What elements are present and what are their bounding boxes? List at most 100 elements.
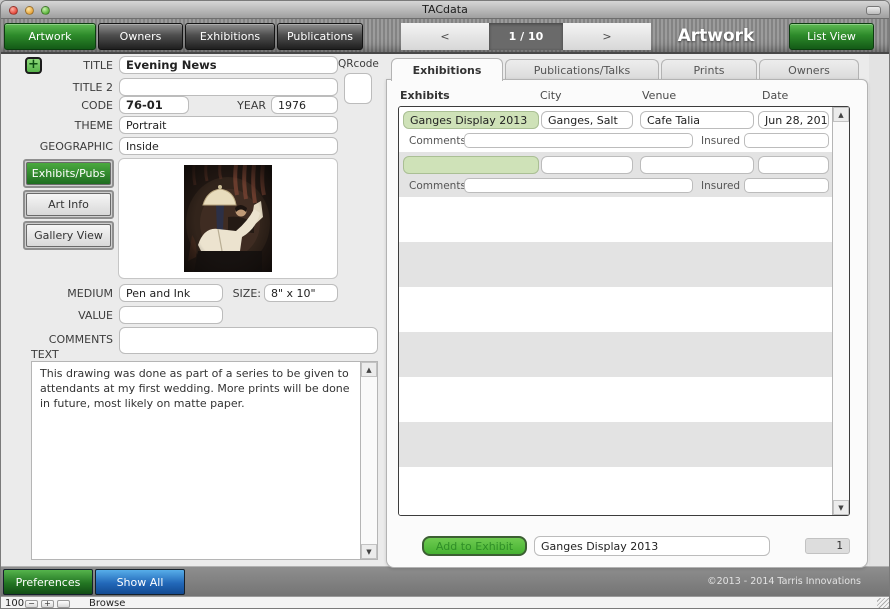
window-title: TACdata	[1, 3, 889, 16]
content-area: + TITLE Evening News TITLE 2 CODE 76-01 …	[1, 54, 889, 566]
empty-row-band	[399, 422, 832, 467]
scroll-down-icon[interactable]: ▼	[361, 544, 377, 559]
add-exhibit-field[interactable]: Ganges Display 2013	[534, 536, 770, 556]
text-area[interactable]: This drawing was done as part of a serie…	[31, 361, 378, 560]
row-insured-field[interactable]	[744, 133, 829, 148]
comments-label: COMMENTS	[1, 333, 113, 346]
resize-grip[interactable]	[877, 598, 889, 609]
app-window: TACdata Artwork Owners Exhibitions Publi…	[0, 0, 890, 609]
nav-button-label: Exhibitions	[200, 30, 260, 43]
medium-field[interactable]: Pen and Ink	[119, 284, 223, 302]
preferences-label: Preferences	[16, 576, 81, 589]
window-titlebar: TACdata	[1, 1, 889, 19]
nav-button-label: Owners	[120, 30, 162, 43]
related-records-panel: Exhibitions Publications/Talks Prints Ow…	[386, 58, 868, 568]
title-field[interactable]: Evening News	[119, 56, 338, 74]
tab-exhibitions[interactable]: Exhibitions	[391, 58, 503, 81]
view-button-exhibits-pubs[interactable]: Exhibits/Pubs	[23, 159, 114, 188]
column-header-city: City	[540, 89, 562, 102]
status-toolbar-toggle-icon[interactable]	[57, 600, 70, 608]
exhibitions-tab-panel: Exhibits City Venue Date Ganges Display …	[386, 79, 868, 568]
nav-button-exhibitions[interactable]: Exhibitions	[185, 23, 275, 50]
column-header-venue: Venue	[642, 89, 676, 102]
nav-button-owners[interactable]: Owners	[98, 23, 183, 50]
exhibit-city-field[interactable]	[541, 156, 633, 174]
show-all-label: Show All	[117, 576, 164, 589]
artwork-container[interactable]	[118, 158, 338, 279]
geographic-field[interactable]: Inside	[119, 137, 338, 155]
qrcode-label: QRcode	[338, 58, 378, 70]
add-to-exhibit-button[interactable]: Add to Exhibit	[422, 536, 527, 556]
row-comments-field[interactable]	[464, 178, 693, 193]
row-insured-label: Insured	[701, 135, 740, 147]
footer-bar: Preferences Show All ©2013 - 2014 Tarris…	[1, 566, 889, 596]
code-label: CODE	[1, 99, 113, 112]
geographic-label: GEOGRAPHIC	[1, 140, 113, 153]
view-button-label: Gallery View	[34, 229, 103, 242]
layout-title: Artwork	[651, 26, 781, 46]
nav-button-artwork[interactable]: Artwork	[4, 23, 96, 50]
theme-field[interactable]: Portrait	[119, 116, 338, 134]
toolbar-collapse-icon[interactable]	[866, 6, 881, 15]
exhibits-portal: Ganges Display 2013 Ganges, Salt Cafe Ta…	[398, 106, 850, 516]
year-field[interactable]: 1976	[271, 96, 338, 114]
main-toolbar: Artwork Owners Exhibitions Publications …	[1, 19, 889, 54]
exhibit-venue-field[interactable]	[640, 156, 754, 174]
row-insured-field[interactable]	[744, 178, 829, 193]
title2-field[interactable]	[119, 78, 338, 96]
copyright-text: ©2013 - 2014 Tarris Innovations	[707, 576, 861, 587]
exhibit-date-field[interactable]	[758, 156, 829, 174]
preferences-button[interactable]: Preferences	[3, 569, 93, 595]
text-label: TEXT	[31, 348, 71, 361]
scroll-up-icon[interactable]: ▲	[361, 362, 377, 377]
size-field[interactable]: 8" x 10"	[264, 284, 338, 302]
view-button-gallery-view[interactable]: Gallery View	[23, 221, 114, 250]
comments-field[interactable]	[119, 327, 378, 354]
tab-owners[interactable]: Owners	[759, 59, 859, 80]
exhibit-name-field[interactable]	[403, 156, 539, 174]
exhibit-city-field[interactable]: Ganges, Salt	[541, 111, 633, 129]
title-label: TITLE	[1, 59, 113, 72]
zoom-level: 100	[5, 598, 24, 609]
show-all-button[interactable]: Show All	[95, 569, 185, 595]
text-area-content[interactable]: This drawing was done as part of a serie…	[32, 362, 360, 559]
scroll-up-icon[interactable]: ▲	[833, 107, 849, 122]
tab-prints[interactable]: Prints	[661, 59, 757, 80]
tab-label: Publications/Talks	[534, 64, 631, 77]
tab-publications-talks[interactable]: Publications/Talks	[505, 59, 659, 80]
theme-label: THEME	[1, 119, 113, 132]
zoom-in-icon[interactable]: +	[41, 600, 54, 608]
exhibit-name-field[interactable]: Ganges Display 2013	[403, 111, 539, 129]
prev-record-button[interactable]: <	[401, 23, 489, 50]
layout-right-margin	[869, 54, 889, 566]
zoom-out-icon[interactable]: −	[25, 600, 38, 608]
view-button-label: Art Info	[48, 198, 89, 211]
code-field[interactable]: 76-01	[119, 96, 189, 114]
medium-label: MEDIUM	[1, 287, 113, 300]
portal-rows: Ganges Display 2013 Ganges, Salt Cafe Ta…	[399, 107, 832, 515]
artwork-image	[184, 165, 272, 272]
tab-label: Prints	[693, 64, 724, 77]
exhibit-count: 1	[805, 538, 850, 554]
text-scrollbar[interactable]: ▲ ▼	[360, 362, 377, 559]
view-button-label: Exhibits/Pubs	[32, 167, 105, 180]
row-comments-label: Comments	[409, 180, 466, 192]
row-comments-label: Comments	[409, 135, 466, 147]
value-field[interactable]	[119, 306, 223, 324]
row-comments-field[interactable]	[464, 133, 693, 148]
next-record-button[interactable]: >	[563, 23, 651, 50]
exhibit-venue-field[interactable]: Cafe Talia	[640, 111, 754, 129]
nav-button-publications[interactable]: Publications	[277, 23, 363, 50]
exhibit-date-field[interactable]: Jun 28, 2013	[758, 111, 829, 129]
title2-label: TITLE 2	[1, 81, 113, 94]
column-header-exhibits: Exhibits	[400, 89, 450, 102]
size-label: SIZE:	[223, 287, 261, 300]
tab-label: Owners	[788, 64, 830, 77]
empty-row-band	[399, 242, 832, 287]
list-view-button[interactable]: List View	[789, 23, 874, 50]
scroll-down-icon[interactable]: ▼	[833, 500, 849, 515]
exhibit-row: Comments Insured	[399, 152, 832, 197]
portal-scrollbar[interactable]: ▲ ▼	[832, 107, 849, 515]
view-button-art-info[interactable]: Art Info	[23, 190, 114, 219]
mode-selector[interactable]: Browse	[89, 598, 125, 609]
